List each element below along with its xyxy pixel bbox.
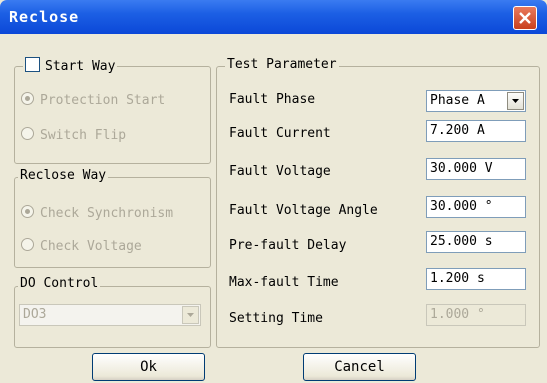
start-way-group (14, 66, 211, 164)
fault-voltage-input[interactable]: 30.000 V (426, 158, 526, 180)
radio-switch-flip[interactable]: Switch Flip (21, 127, 126, 143)
fault-voltage-label: Fault Voltage (229, 164, 331, 179)
radio-protection-start[interactable]: Protection Start (21, 92, 165, 108)
do-control-select[interactable]: DO3 (19, 304, 201, 326)
fault-voltage-angle-input[interactable]: 30.000 ° (426, 196, 526, 218)
radio-check-voltage[interactable]: Check Voltage (21, 238, 142, 254)
radio-dot-icon (21, 205, 34, 218)
test-parameter-legend: Test Parameter (225, 57, 339, 72)
fault-current-label: Fault Current (229, 126, 331, 141)
ok-button[interactable]: Ok (92, 353, 205, 381)
reclose-way-group (14, 177, 211, 268)
setting-time-label: Setting Time (229, 311, 323, 326)
fault-phase-value: Phase A (430, 93, 485, 108)
radio-label: Check Voltage (40, 239, 142, 254)
reclose-way-legend: Reclose Way (18, 168, 109, 183)
cancel-button[interactable]: Cancel (303, 353, 416, 381)
close-icon (519, 12, 531, 24)
pre-fault-delay-label: Pre-fault Delay (229, 238, 347, 253)
chevron-down-icon (512, 99, 519, 103)
fault-phase-select[interactable]: Phase A (426, 90, 526, 112)
fault-current-input[interactable]: 7.200 A (426, 120, 526, 142)
dropdown-arrow-button[interactable] (182, 306, 199, 324)
chevron-down-icon (187, 313, 194, 317)
radio-label: Check Synchronism (40, 206, 174, 221)
max-fault-time-input[interactable]: 1.200 s (426, 268, 526, 290)
radio-dot-icon (21, 92, 34, 105)
do-control-legend: DO Control (18, 276, 101, 291)
window-title: Reclose (9, 8, 80, 26)
title-bar[interactable]: Reclose (0, 0, 547, 34)
radio-dot-icon (21, 238, 34, 251)
close-button[interactable] (513, 6, 537, 30)
max-fault-time-label: Max-fault Time (229, 275, 339, 290)
start-way-label: Start Way (45, 59, 116, 74)
pre-fault-delay-input[interactable]: 25.000 s (426, 231, 526, 253)
radio-dot-icon (21, 127, 34, 140)
dropdown-arrow-button[interactable] (507, 92, 524, 110)
radio-label: Protection Start (40, 93, 166, 108)
radio-check-synchronism[interactable]: Check Synchronism (21, 205, 209, 221)
fault-phase-label: Fault Phase (229, 92, 316, 107)
start-way-legend[interactable]: Start Way (23, 57, 118, 74)
start-way-checkbox[interactable] (25, 57, 40, 72)
do-control-value: DO3 (23, 307, 47, 322)
fault-voltage-angle-label: Fault Voltage Angle (229, 203, 378, 218)
radio-label: Switch Flip (40, 128, 127, 143)
setting-time-input: 1.000 ° (426, 304, 526, 326)
